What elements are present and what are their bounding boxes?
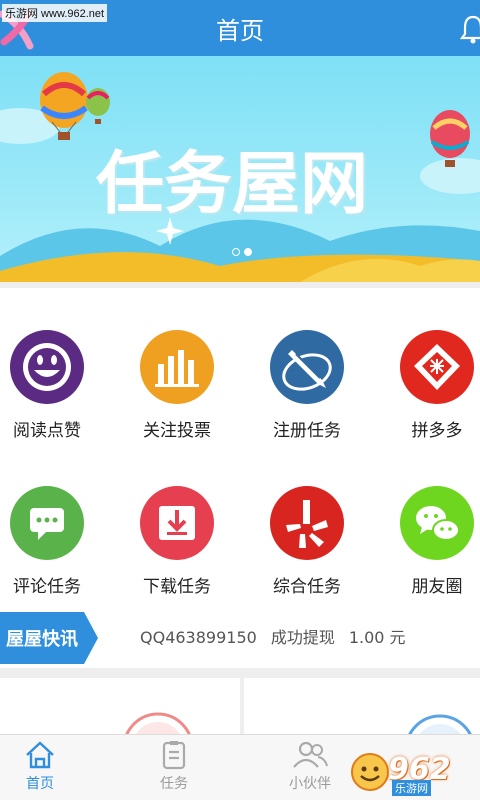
download-icon [140,486,214,560]
grid-item-moments[interactable]: 朋友圈 [392,486,480,597]
nav-tasks[interactable]: 任务 [134,739,214,793]
news-tag: 屋屋快讯 [0,612,100,664]
news-tag-label: 屋屋快讯 [6,629,78,650]
grid-item-register-task[interactable]: 注册任务 [262,330,352,441]
grid-item-download-task[interactable]: 下载任务 [132,486,222,597]
news-action: 成功提现 [270,628,335,647]
grid-item-follow-vote[interactable]: 关注投票 [132,330,222,441]
watermark-smile-icon [351,753,389,791]
carousel-indicator [232,248,252,256]
watermark-text: 乐游网 www.962.net [2,4,108,22]
feature-card-left[interactable] [0,678,240,734]
pinduoduo-icon [400,330,474,404]
news-user: QQ463899150 [140,628,257,647]
banner-title: 任务屋网 [96,145,369,224]
friends-icon [293,741,328,768]
grid-label: 评论任务 [13,577,81,597]
nav-label: 任务 [160,776,188,792]
bar-chart-icon [140,330,214,404]
pen-icon [270,330,344,404]
news-ticker[interactable]: QQ463899150 成功提现 1.00 元 [140,624,420,648]
nav-friends[interactable]: 小伙伴 [270,739,350,793]
news-amount: 1.00 元 [348,628,406,647]
carousel-dot[interactable] [232,248,240,256]
smile-icon [10,330,84,404]
grid-label: 阅读点赞 [13,421,81,441]
bell-icon[interactable] [460,14,480,44]
watermark-logo: 962 乐游网 [348,750,476,796]
feature-card-right[interactable] [244,678,480,734]
grid-label: 朋友圈 [411,577,463,597]
grid-label: 综合任务 [273,577,341,597]
grid-item-comment-task[interactable]: 评论任务 [2,486,92,597]
comment-icon [10,486,84,560]
yelp-icon [270,486,344,560]
grid-item-pinduoduo[interactable]: 拼多多 [392,330,480,441]
grid-label: 下载任务 [143,577,211,597]
grid-label: 关注投票 [143,421,211,441]
grid-label: 注册任务 [273,421,341,441]
divider [0,668,480,678]
nav-label: 小伙伴 [289,776,331,792]
watermark-site: 乐游网 [392,780,431,796]
home-icon [26,741,54,769]
divider [0,282,480,288]
carousel-dot-active[interactable] [244,248,252,256]
task-icon [162,741,186,770]
grid-label: 拼多多 [411,421,463,441]
grid-item-read-like[interactable]: 阅读点赞 [2,330,92,441]
nav-label: 首页 [26,776,54,792]
grid-item-general-task[interactable]: 综合任务 [262,486,352,597]
nav-home[interactable]: 首页 [0,739,80,793]
wechat-icon [400,486,474,560]
